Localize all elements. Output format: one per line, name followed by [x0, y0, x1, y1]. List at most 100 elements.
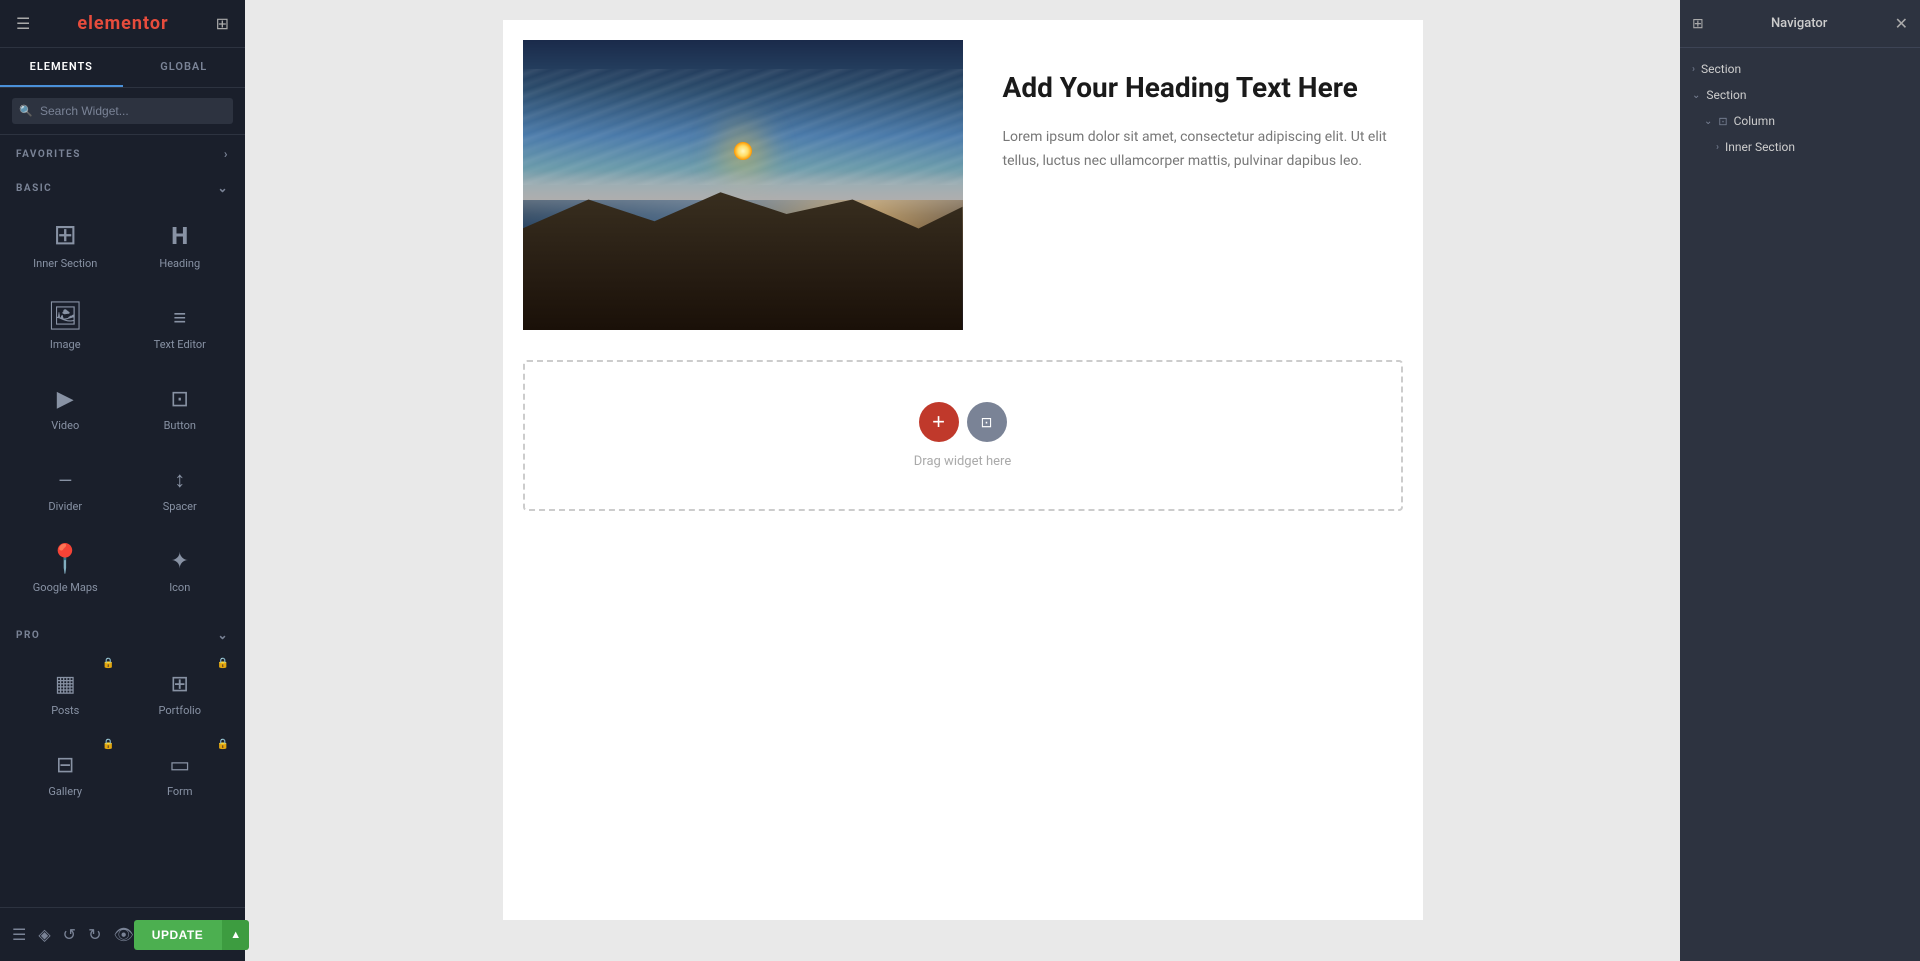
- gallery-icon: [56, 749, 74, 777]
- widget-portfolio[interactable]: Portfolio 🔒: [123, 650, 238, 731]
- widget-spacer[interactable]: Spacer: [123, 446, 238, 527]
- divider-label: Divider: [48, 500, 82, 513]
- video-label: Video: [51, 419, 79, 432]
- content-section: Add Your Heading Text Here Lorem ipsum d…: [503, 20, 1423, 350]
- form-lock-icon: 🔒: [217, 739, 229, 750]
- icon-icon: [171, 545, 189, 573]
- inner-section-label: Inner Section: [33, 257, 97, 270]
- gallery-label: Gallery: [48, 785, 82, 798]
- sidebar-header: ☰ elementor ⊞: [0, 0, 245, 48]
- grid-icon[interactable]: ⊞: [216, 14, 229, 33]
- gallery-lock-icon: 🔒: [102, 739, 114, 750]
- left-sidebar: ☰ elementor ⊞ ELEMENTS GLOBAL FAVORITES …: [0, 0, 245, 961]
- widget-image[interactable]: Image: [8, 284, 123, 365]
- footer-icons: ☰ ◈ ↺ ↻ 👁: [12, 925, 134, 944]
- nav-section-2-arrow: ⌄: [1692, 90, 1700, 101]
- sun-element: [734, 142, 752, 160]
- button-icon: [171, 383, 189, 411]
- widget-posts[interactable]: Posts 🔒: [8, 650, 123, 731]
- navigator-panel: ⊞ Navigator ✕ › Section ⌄ Section ⌄ ⊡ Co…: [1680, 0, 1920, 961]
- clouds-layer: [523, 69, 963, 185]
- form-label: Form: [167, 785, 193, 798]
- pro-chevron: ⌄: [217, 628, 229, 642]
- divider-icon: [58, 464, 72, 492]
- posts-label: Posts: [51, 704, 79, 717]
- search-input[interactable]: [12, 98, 233, 124]
- favorites-section-header[interactable]: FAVORITES ›: [0, 135, 245, 169]
- nav-section-1-arrow: ›: [1692, 64, 1695, 75]
- widget-video[interactable]: Video: [8, 365, 123, 446]
- google-maps-label: Google Maps: [33, 581, 98, 594]
- text-editor-icon: [173, 302, 186, 330]
- navigator-title: Navigator: [1771, 16, 1827, 31]
- sidebar-content: FAVORITES › BASIC ⌄ Inner Section Headin…: [0, 135, 245, 961]
- basic-chevron: ⌄: [217, 181, 229, 195]
- drop-buttons: + ⊡: [919, 402, 1007, 442]
- drop-zone-section: + ⊡ Drag widget here: [503, 350, 1423, 531]
- nav-item-column[interactable]: ⌄ ⊡ Column: [1680, 108, 1920, 134]
- basic-label: BASIC: [16, 183, 52, 194]
- image-label: Image: [50, 338, 81, 351]
- portfolio-label: Portfolio: [159, 704, 201, 717]
- widget-text-editor[interactable]: Text Editor: [123, 284, 238, 365]
- heading-icon: [171, 221, 188, 249]
- tab-elements[interactable]: ELEMENTS: [0, 48, 123, 87]
- content-text-block: Add Your Heading Text Here Lorem ipsum d…: [1003, 40, 1403, 174]
- nav-item-section-1[interactable]: › Section: [1680, 56, 1920, 82]
- nav-item-inner-section[interactable]: › Inner Section: [1680, 134, 1920, 160]
- favorites-label: FAVORITES: [16, 149, 81, 160]
- search-box: [0, 88, 245, 135]
- spacer-label: Spacer: [163, 500, 197, 513]
- navigator-panel-icon: ⊞: [1692, 16, 1704, 32]
- update-button[interactable]: UPDATE: [134, 920, 221, 950]
- undo-icon[interactable]: ↺: [63, 925, 76, 944]
- widget-icon[interactable]: Icon: [123, 527, 238, 608]
- icon-label: Icon: [169, 581, 190, 594]
- nav-inner-section-arrow: ›: [1716, 142, 1719, 153]
- widget-heading[interactable]: Heading: [123, 203, 238, 284]
- drop-zone[interactable]: + ⊡ Drag widget here: [523, 360, 1403, 511]
- portfolio-icon: [171, 668, 189, 696]
- nav-column-arrow: ⌄: [1704, 116, 1712, 127]
- heading-label: Heading: [159, 257, 200, 270]
- nav-item-section-2[interactable]: ⌄ Section: [1680, 82, 1920, 108]
- image-icon: [47, 302, 83, 330]
- redo-icon[interactable]: ↻: [88, 925, 101, 944]
- tab-global[interactable]: GLOBAL: [123, 48, 246, 87]
- navigator-close-button[interactable]: ✕: [1895, 14, 1908, 33]
- portfolio-lock-icon: 🔒: [217, 658, 229, 669]
- pro-label: PRO: [16, 630, 40, 641]
- spacer-icon: [174, 464, 185, 492]
- widget-divider[interactable]: Divider: [8, 446, 123, 527]
- drop-label: Drag widget here: [914, 454, 1011, 469]
- column-icon: ⊡: [1718, 115, 1727, 128]
- widget-inner-section[interactable]: Inner Section: [8, 203, 123, 284]
- form-icon: [169, 749, 190, 777]
- navigator-tree: › Section ⌄ Section ⌄ ⊡ Column › Inner S…: [1680, 48, 1920, 168]
- page-canvas: Add Your Heading Text Here Lorem ipsum d…: [503, 20, 1423, 920]
- nav-section-2-label: Section: [1706, 88, 1746, 102]
- basic-section-header[interactable]: BASIC ⌄: [0, 169, 245, 203]
- widget-form[interactable]: Form 🔒: [123, 731, 238, 812]
- nav-section-1-label: Section: [1701, 62, 1741, 76]
- update-arrow-button[interactable]: ▲: [221, 920, 249, 950]
- widget-button[interactable]: Button: [123, 365, 238, 446]
- settings-icon[interactable]: ☰: [12, 925, 26, 944]
- posts-lock-icon: 🔒: [102, 658, 114, 669]
- layers-icon[interactable]: ◈: [38, 925, 50, 944]
- widget-google-maps[interactable]: Google Maps: [8, 527, 123, 608]
- widget-gallery[interactable]: Gallery 🔒: [8, 731, 123, 812]
- posts-icon: [55, 668, 76, 696]
- google-maps-icon: [48, 545, 83, 573]
- drop-add-button[interactable]: +: [919, 402, 959, 442]
- text-editor-label: Text Editor: [154, 338, 206, 351]
- nav-column-label: Column: [1734, 114, 1775, 128]
- basic-widget-grid: Inner Section Heading Image Text Editor …: [0, 203, 245, 616]
- drop-template-button[interactable]: ⊡: [967, 402, 1007, 442]
- sidebar-tabs: ELEMENTS GLOBAL: [0, 48, 245, 88]
- pro-section-header[interactable]: PRO ⌄: [0, 616, 245, 650]
- pro-widget-grid: Posts 🔒 Portfolio 🔒 Gallery 🔒 Form 🔒: [0, 650, 245, 820]
- hamburger-icon[interactable]: ☰: [16, 14, 30, 33]
- canvas-area: Add Your Heading Text Here Lorem ipsum d…: [245, 0, 1680, 961]
- eye-icon[interactable]: 👁: [113, 925, 133, 944]
